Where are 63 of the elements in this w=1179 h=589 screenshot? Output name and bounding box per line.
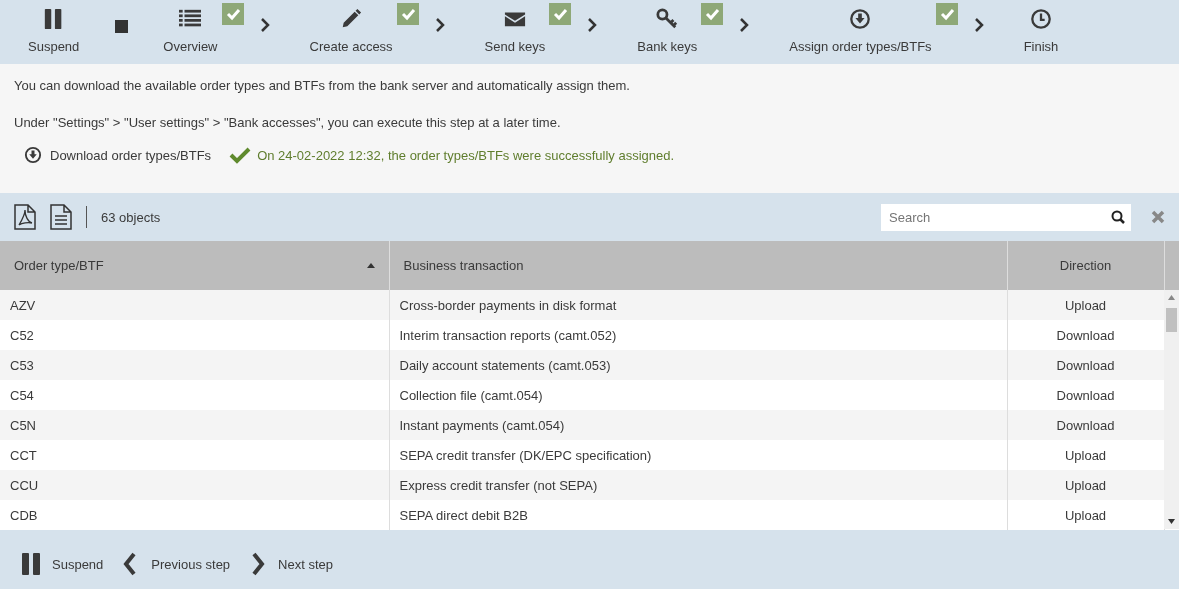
pencil-icon <box>340 8 363 30</box>
table-cell: AZV <box>0 290 389 320</box>
table-cell: C54 <box>0 380 389 410</box>
column-header[interactable]: Direction <box>1007 241 1164 290</box>
chevron-right-icon <box>739 18 750 32</box>
success-message: On 24-02-2022 12:32, the order types/BTFs were successfully assigned. <box>257 147 675 163</box>
download-icon <box>24 146 42 164</box>
table-cell: Collection file (camt.054) <box>389 380 1007 410</box>
table-cell: Download <box>1007 410 1164 440</box>
chevron-right-icon <box>434 18 445 32</box>
column-header[interactable]: Order type/BTF <box>0 241 389 290</box>
scroll-down-icon[interactable] <box>1168 519 1175 524</box>
checkmark-icon <box>229 146 252 164</box>
table-cell: Instant payments (camt.054) <box>389 410 1007 440</box>
column-header[interactable]: Business transaction <box>389 241 1007 290</box>
wizard-step[interactable]: Send keys <box>478 0 552 55</box>
scroll-up-icon[interactable] <box>1168 295 1175 300</box>
search-field[interactable]: Search <box>881 203 1131 231</box>
clock-icon <box>1029 8 1052 30</box>
table-cell: SEPA credit transfer (DK/EPC specification) <box>389 440 1007 470</box>
table-cell: Cross-border payments in disk format <box>389 290 1007 320</box>
close-icon[interactable] <box>1151 210 1165 224</box>
wizard-step[interactable]: Bank keys <box>631 0 704 55</box>
table-cell: Upload <box>1007 440 1164 470</box>
footer-button[interactable]: Previous step <box>119 552 231 576</box>
table-cell: SEPA direct debit B2B <box>389 500 1007 530</box>
suspend-button[interactable]: Suspend <box>22 0 86 55</box>
footer-button[interactable]: Next step <box>246 552 333 576</box>
table-cell: C52 <box>0 320 389 350</box>
search-icon <box>1111 209 1125 224</box>
table-cell: Download <box>1007 320 1164 350</box>
download-icon <box>849 8 872 30</box>
table-cell: CCT <box>0 440 389 470</box>
table-cell: Express credit transfer (not SEPA) <box>389 470 1007 500</box>
key-icon <box>656 8 679 30</box>
table-cell: Download <box>1007 380 1164 410</box>
table-cell: Interim transaction reports (camt.052) <box>389 320 1007 350</box>
chevron-right-icon <box>973 18 984 32</box>
stop-icon <box>115 20 129 33</box>
table-cell: CCU <box>0 470 389 500</box>
pdf-icon[interactable] <box>14 204 36 230</box>
document-icon[interactable] <box>50 204 72 230</box>
chevron-right-icon <box>259 18 270 32</box>
footer-button[interactable]: Suspend <box>20 552 104 576</box>
table-cell: Download <box>1007 350 1164 380</box>
info-text: Under "Settings" > "User settings" > "Bank accesses", you can execute this step at a later time. <box>14 115 562 130</box>
scroll-thumb[interactable] <box>1166 308 1177 332</box>
wizard-step[interactable]: Finish <box>1017 0 1065 55</box>
download-link[interactable]: Download order types/BTFs <box>24 146 212 164</box>
table-cell: Daily account statements (camt.053) <box>389 350 1007 380</box>
table-cell: C53 <box>0 350 389 380</box>
object-count: 63 objects <box>101 209 161 225</box>
wizard-step[interactable]: Create access <box>303 0 399 55</box>
table-cell: Upload <box>1007 290 1164 320</box>
table-cell: Upload <box>1007 470 1164 500</box>
wizard-step[interactable]: Assign order types/BTFs <box>783 0 938 55</box>
wizard-step[interactable]: Overview <box>157 0 224 55</box>
chevron-right-icon <box>587 18 598 32</box>
table-cell: Upload <box>1007 500 1164 530</box>
table-cell: CDB <box>0 500 389 530</box>
scrollbar[interactable] <box>1164 290 1179 529</box>
table-cell: C5N <box>0 410 389 440</box>
info-text: You can download the available order types and BTFs from the bank server and automatically assign them. <box>14 78 631 93</box>
